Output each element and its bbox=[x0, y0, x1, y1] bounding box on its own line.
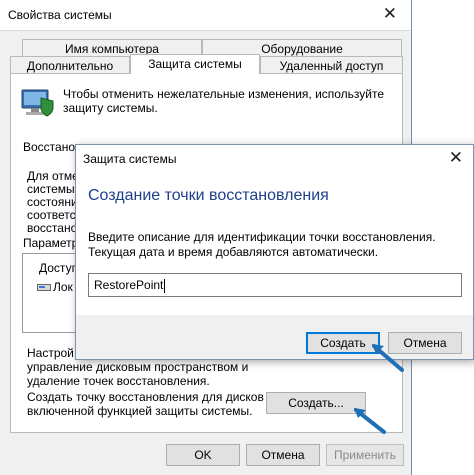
dialog-heading: Создание точки восстановления bbox=[88, 187, 329, 204]
window-title-bar: Свойства системы ✕ bbox=[0, 0, 411, 31]
computer-shield-icon bbox=[21, 89, 54, 117]
tab-system-protection[interactable]: Защита системы bbox=[130, 54, 260, 74]
close-icon[interactable]: ✕ bbox=[383, 4, 397, 24]
window-title: Свойства системы bbox=[8, 8, 112, 22]
ok-button[interactable]: OK bbox=[166, 444, 240, 466]
apply-button: Применить bbox=[326, 444, 404, 466]
pointer-arrow-icon bbox=[372, 344, 404, 372]
create-restore-point-dialog: Защита системы ✕ Создание точки восстано… bbox=[75, 144, 474, 360]
list-item[interactable]: Лок bbox=[53, 280, 73, 294]
list-column-header: Доступ bbox=[39, 261, 79, 275]
dialog-title: Защита системы bbox=[83, 152, 177, 166]
tab-remote-access[interactable]: Удаленный доступ bbox=[260, 56, 403, 74]
input-value: RestorePoint bbox=[94, 278, 164, 292]
text-caret bbox=[164, 278, 166, 293]
dialog-body: Создание точки восстановления Введите оп… bbox=[76, 173, 473, 315]
restore-desc-line3: состояни bbox=[27, 195, 78, 209]
dialog-close-icon[interactable]: ✕ bbox=[449, 148, 463, 168]
intro-text-line2: защиту системы. bbox=[63, 101, 158, 115]
pointer-arrow-icon bbox=[354, 408, 386, 434]
restore-desc-line4: соответст bbox=[27, 208, 82, 222]
tab-advanced[interactable]: Дополнительно bbox=[10, 56, 130, 74]
configure-text-line3: удаление точек восстановления. bbox=[27, 374, 210, 388]
restore-desc-line5: восстано bbox=[27, 221, 78, 235]
dialog-title-bar: Защита системы ✕ bbox=[76, 145, 473, 173]
create-text-line1: Создать точку восстановления для дисков … bbox=[27, 390, 274, 404]
restore-point-description-input[interactable]: RestorePoint bbox=[88, 273, 462, 297]
drive-icon bbox=[37, 284, 51, 291]
intro-text-line1: Чтобы отменить нежелательные изменения, … bbox=[63, 87, 385, 101]
restore-desc-line1: Для отме bbox=[27, 169, 79, 183]
cancel-button[interactable]: Отмена bbox=[246, 444, 320, 466]
dialog-description: Введите описание для идентификации точки… bbox=[88, 230, 436, 259]
create-text-line2: включенной функцией защиты системы. bbox=[27, 404, 253, 418]
configure-text-line1: Настрой bbox=[27, 346, 74, 360]
configure-text-line2: управление дисковым пространством и bbox=[27, 360, 249, 374]
